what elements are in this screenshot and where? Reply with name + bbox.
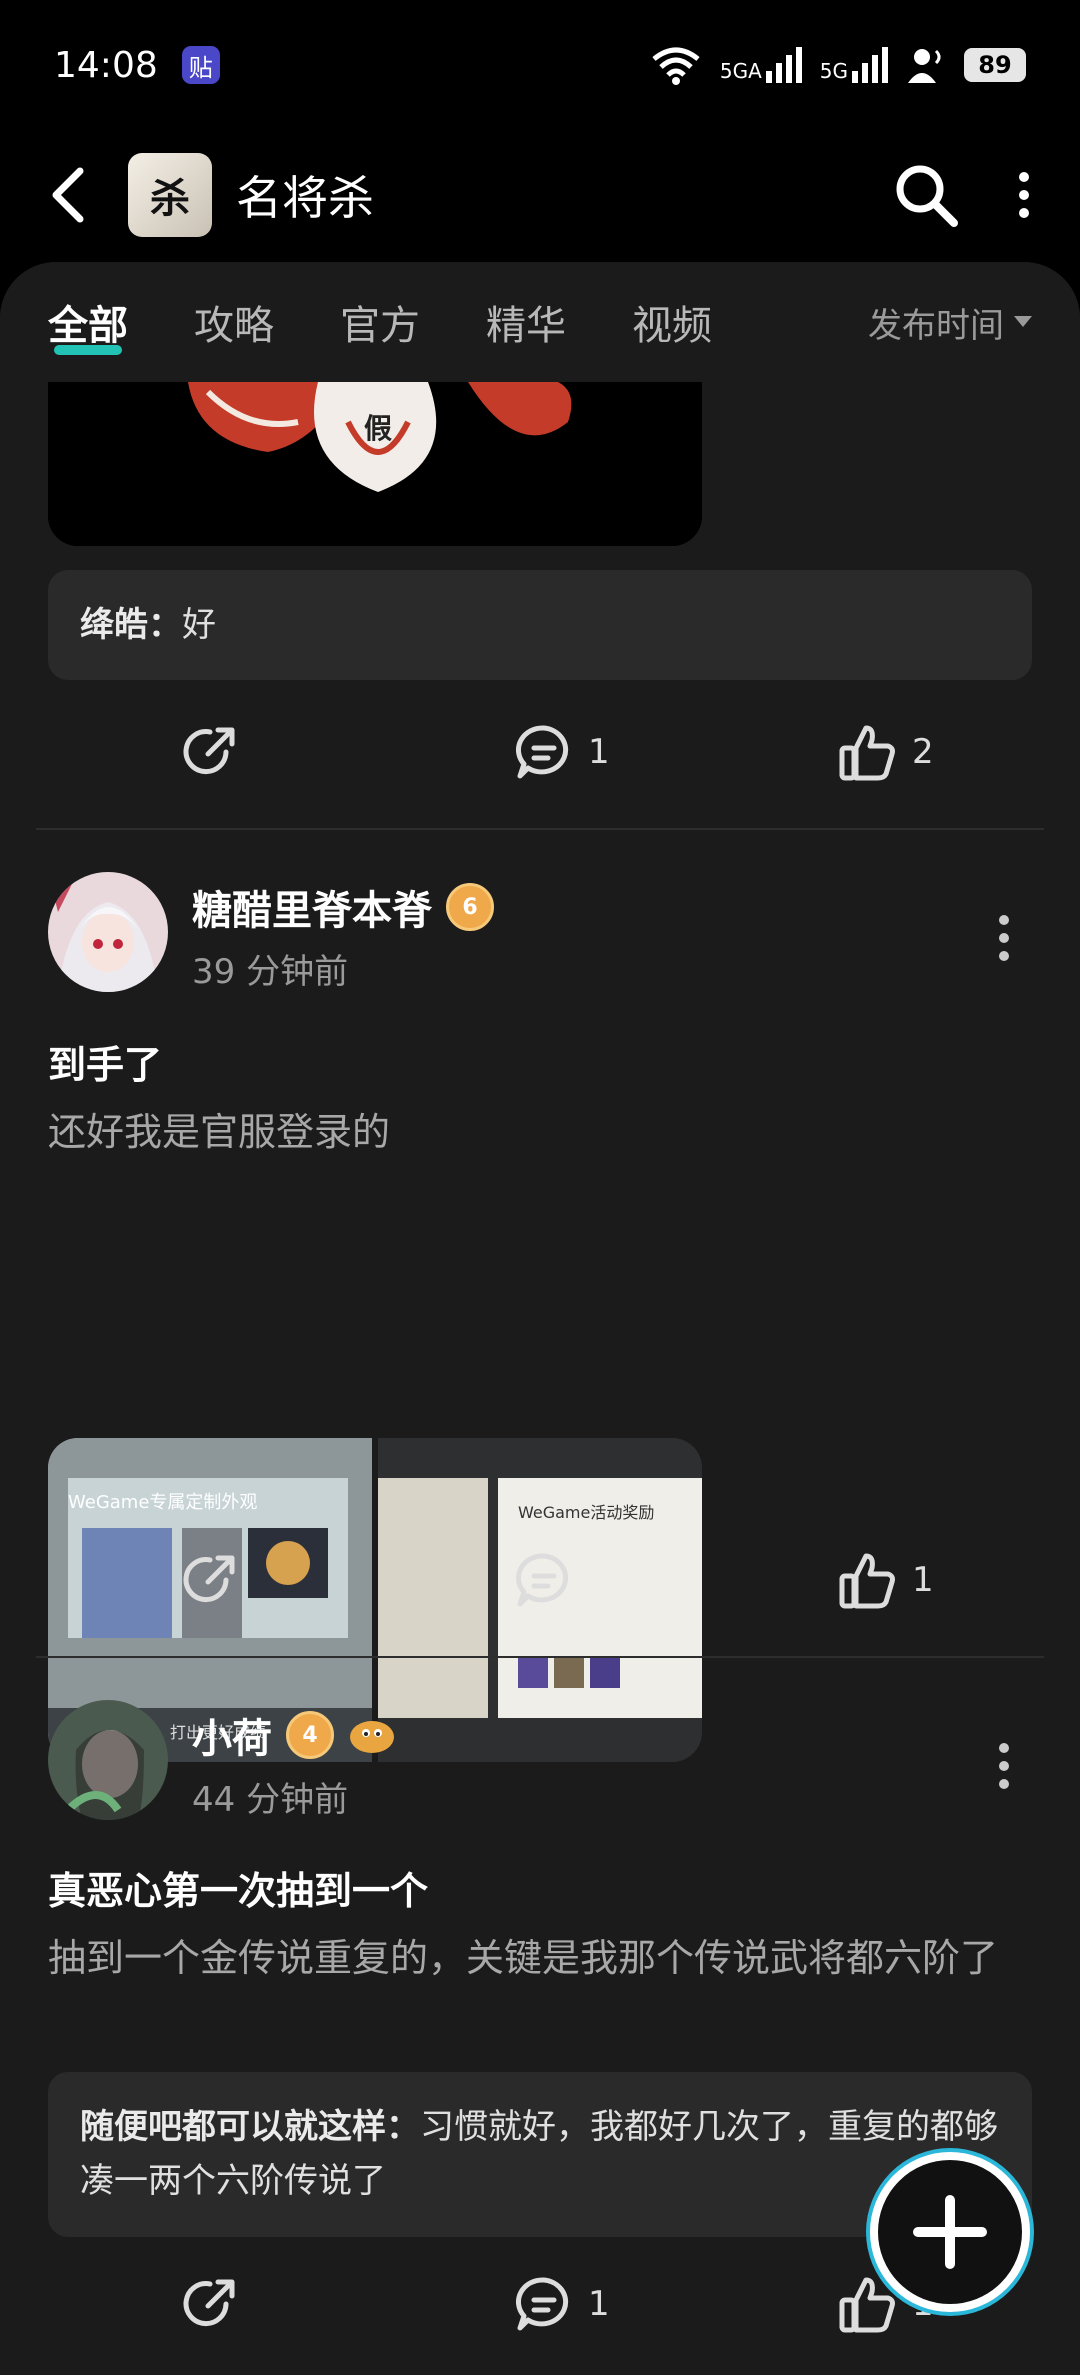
avatar[interactable] <box>48 872 168 992</box>
share-button[interactable] <box>180 1550 240 1610</box>
post-image[interactable]: 假 <box>48 382 702 546</box>
more-options-icon[interactable] <box>1016 171 1032 219</box>
level-badge: 6 <box>446 883 494 931</box>
level-badge: 4 <box>286 1711 334 1759</box>
post-author-row: 小荷 4 44 分钟前 <box>48 1700 1032 1830</box>
share-button[interactable] <box>180 722 240 782</box>
comment-count: 1 <box>588 2284 610 2324</box>
avatar-image <box>48 1700 168 1820</box>
top-comment[interactable]: 绛皓：好 <box>48 570 1032 681</box>
share-icon <box>183 2279 235 2327</box>
status-icons: 5GA 5G 89 <box>650 45 1026 85</box>
back-button[interactable] <box>48 165 108 225</box>
signal-5g-icon: 5G <box>820 47 888 83</box>
post-body[interactable]: 抽到一个金传说重复的，关键是我那个传说武将都六阶了 <box>48 1928 1032 1989</box>
forum-logo[interactable]: 杀 <box>128 153 212 237</box>
image-caption: WeGame专属定制外观 <box>68 1492 257 1513</box>
thumbs-up-icon <box>839 725 895 781</box>
comment-icon <box>515 1553 569 1607</box>
search-icon[interactable] <box>892 161 960 229</box>
post-time: 39 分钟前 <box>192 952 349 992</box>
tab-official[interactable]: 官方 <box>340 293 420 351</box>
post-actions: 1 <box>0 1540 1080 1620</box>
share-button[interactable] <box>180 2274 240 2334</box>
comment-author: 随便吧都可以就这样： <box>80 2107 420 2147</box>
post-actions: 1 2 <box>0 712 1080 792</box>
chevron-left-icon <box>52 167 84 223</box>
post-title[interactable]: 真恶心第一次抽到一个 <box>48 1860 428 1915</box>
post-time: 44 分钟前 <box>192 1780 349 1820</box>
author-name[interactable]: 糖醋里脊本脊 <box>192 878 432 936</box>
wifi-icon <box>652 47 700 85</box>
post-image-illustration: 假 <box>48 382 702 546</box>
author-name[interactable]: 小荷 <box>192 1706 272 1764</box>
comment-button[interactable] <box>514 1550 588 1610</box>
post-author-row: 糖醋里脊本脊 6 39 分钟前 <box>48 872 1032 1002</box>
emoji-badge-icon <box>350 1721 394 1753</box>
comment-icon <box>515 725 569 779</box>
image-text: 假 <box>364 412 392 445</box>
status-bar: 14:08 贴 5GA 5G 89 <box>0 0 1080 130</box>
plus-icon <box>913 2195 987 2269</box>
more-options-icon[interactable] <box>992 908 1016 968</box>
like-count: 1 <box>912 1560 934 1600</box>
like-button[interactable]: 2 <box>838 722 934 782</box>
avatar-image <box>48 872 168 992</box>
app-header: 杀 名将杀 <box>0 130 1080 260</box>
tab-featured[interactable]: 精华 <box>486 293 566 351</box>
avatar[interactable] <box>48 1700 168 1820</box>
share-icon <box>183 727 235 775</box>
caret-down-icon <box>1014 316 1032 327</box>
tab-videos[interactable]: 视频 <box>632 293 712 351</box>
like-count: 2 <box>912 732 934 772</box>
like-button[interactable]: 1 <box>838 1550 934 1610</box>
battery-indicator: 89 <box>964 48 1026 82</box>
comment-icon <box>515 2277 569 2331</box>
post-body[interactable]: 还好我是官服登录的 <box>48 1102 1032 1163</box>
more-options-icon[interactable] <box>992 1736 1016 1796</box>
signal-5ga-icon: 5GA <box>720 47 802 83</box>
post-divider <box>36 1656 1044 1658</box>
author-name-row: 糖醋里脊本脊 6 <box>192 878 494 936</box>
sort-dropdown[interactable]: 发布时间 <box>868 298 1032 347</box>
status-time: 14:08 <box>54 44 158 86</box>
author-name-row: 小荷 4 <box>192 1706 396 1764</box>
forum-title: 名将杀 <box>236 171 374 225</box>
comment-author: 绛皓： <box>80 605 182 645</box>
sort-label: 发布时间 <box>868 305 1004 346</box>
comment-text: 好 <box>182 605 216 645</box>
thumbs-up-icon <box>839 1553 895 1609</box>
comment-count: 1 <box>588 732 610 772</box>
notification-app-icon: 贴 <box>181 46 220 84</box>
comment-button[interactable]: 1 <box>514 722 610 782</box>
comment-button[interactable]: 1 <box>514 2274 610 2334</box>
category-tabs: 全部 攻略 官方 精华 视频 发布时间 <box>0 262 1080 382</box>
image-caption: WeGame活动奖励 <box>518 1503 654 1522</box>
tab-guides[interactable]: 攻略 <box>194 293 274 351</box>
feed-panel: 全部 攻略 官方 精华 视频 发布时间 假 绛皓：好 1 2 糖醋里脊本脊 6 … <box>0 262 1080 2375</box>
hotspot-person-icon <box>908 49 941 83</box>
share-icon <box>183 1555 235 1603</box>
post-divider <box>36 828 1044 830</box>
post-title[interactable]: 到手了 <box>48 1034 162 1089</box>
tab-all[interactable]: 全部 <box>48 293 128 355</box>
new-post-button[interactable] <box>870 2152 1030 2312</box>
